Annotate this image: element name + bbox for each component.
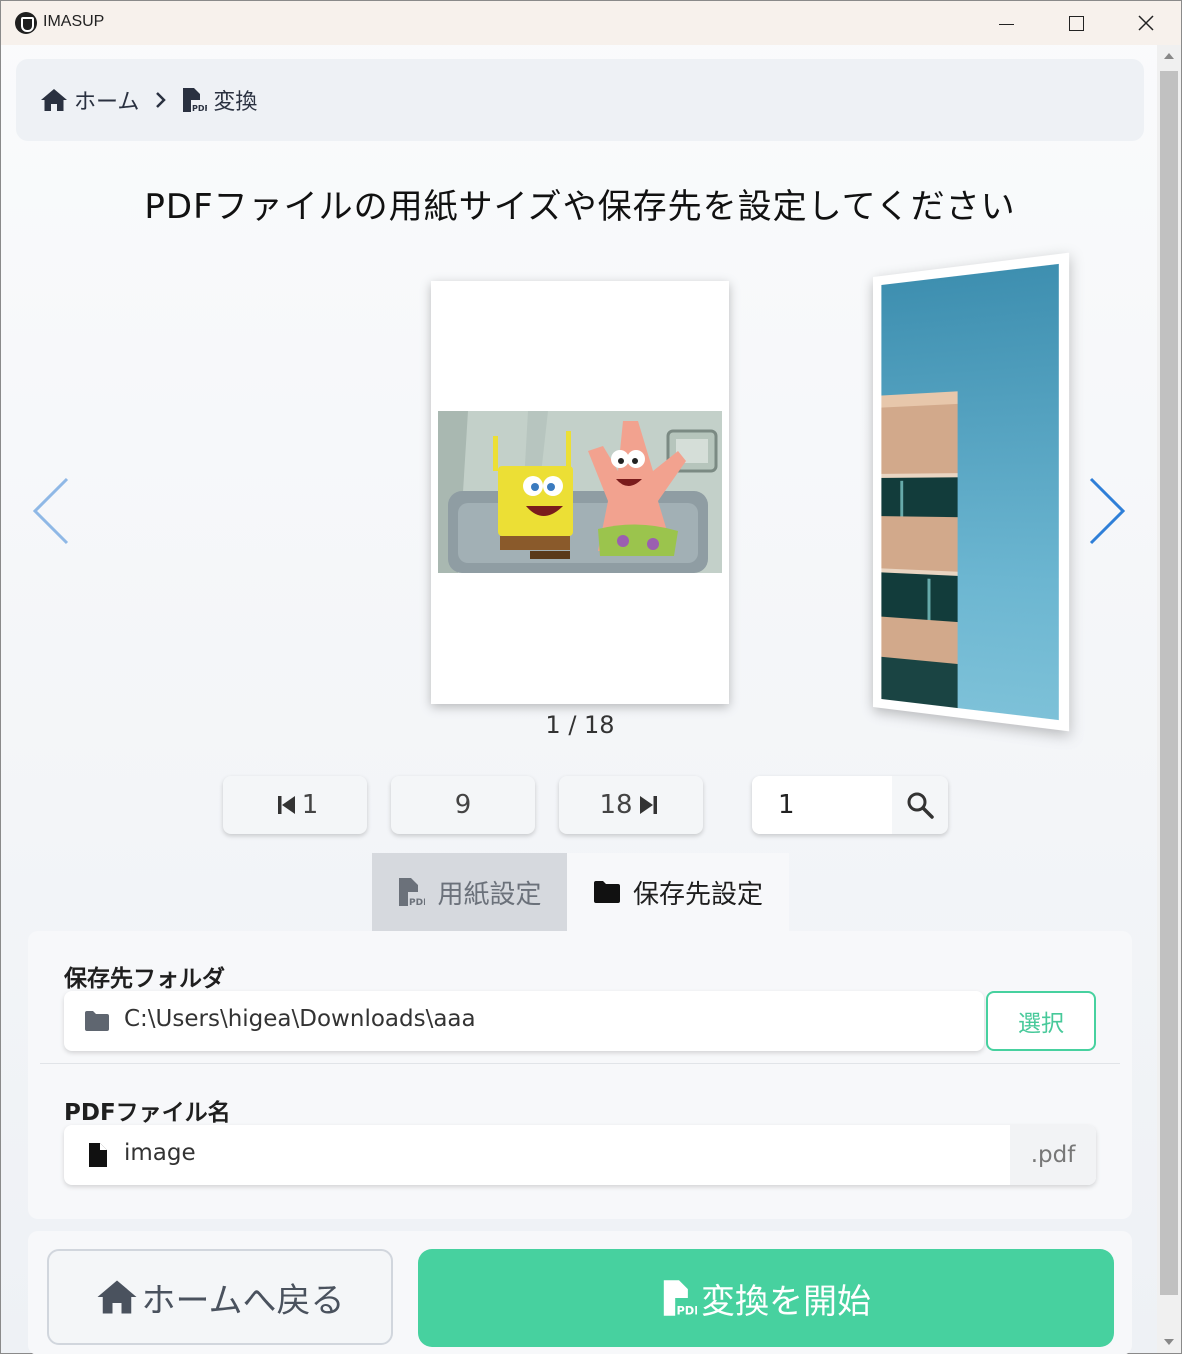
- folder-path-field[interactable]: C:\Users\higea\Downloads\aaa: [64, 991, 984, 1051]
- home-icon: [96, 1279, 138, 1315]
- title-bar: IMASUP: [1, 1, 1181, 45]
- start-conversion-button[interactable]: PDF 変換を開始: [418, 1249, 1114, 1347]
- file-extension: .pdf: [1010, 1125, 1096, 1185]
- pdf-file-icon: PDF: [181, 87, 207, 113]
- select-folder-button[interactable]: 選択: [986, 991, 1096, 1051]
- filename-value: image: [124, 1140, 196, 1166]
- page-image: [438, 411, 722, 573]
- start-conversion-label: 変換を開始: [701, 1274, 871, 1323]
- vertical-scrollbar[interactable]: [1157, 45, 1181, 1353]
- chevron-left-icon: [31, 476, 71, 546]
- divider: [40, 1063, 1120, 1064]
- search-icon: [906, 791, 934, 819]
- tab-destination-label: 保存先設定: [633, 874, 763, 911]
- scroll-up-arrow-icon[interactable]: [1164, 53, 1174, 59]
- skip-last-icon: [639, 795, 657, 815]
- tab-paper-settings[interactable]: PDF 用紙設定: [372, 853, 567, 931]
- filename-field[interactable]: image: [64, 1125, 1096, 1185]
- middle-page-label: 9: [455, 790, 472, 820]
- page-number-input[interactable]: [752, 776, 892, 834]
- chevron-right-icon: [155, 91, 167, 109]
- next-page-button[interactable]: [1087, 476, 1127, 550]
- scroll-down-arrow-icon[interactable]: [1164, 1339, 1174, 1345]
- close-icon: [1138, 15, 1154, 31]
- back-home-label: ホームへ戻る: [142, 1273, 345, 1322]
- first-page-label: 1: [302, 790, 319, 820]
- first-page-button[interactable]: 1: [223, 776, 367, 834]
- middle-page-button[interactable]: 9: [391, 776, 535, 834]
- svg-text:PDF: PDF: [409, 898, 425, 907]
- folder-path-value: C:\Users\higea\Downloads\aaa: [124, 1006, 476, 1032]
- folder-icon: [84, 1010, 110, 1032]
- app-title: IMASUP: [43, 13, 104, 31]
- chevron-right-icon: [1087, 476, 1127, 546]
- destination-settings-panel: 保存先フォルダ C:\Users\higea\Downloads\aaa 選択 …: [28, 931, 1132, 1219]
- folder-icon: [593, 880, 621, 904]
- page-jump: [752, 776, 948, 834]
- page-search-button[interactable]: [892, 776, 948, 834]
- back-home-button[interactable]: ホームへ戻る: [47, 1249, 393, 1345]
- prev-page-button[interactable]: [31, 476, 71, 550]
- breadcrumb-home[interactable]: ホーム: [40, 84, 139, 116]
- app-logo-icon: [15, 12, 37, 34]
- filename-label: PDFファイル名: [64, 1093, 231, 1127]
- pdf-file-icon: PDF: [661, 1279, 697, 1317]
- close-button[interactable]: [1123, 7, 1169, 39]
- tab-paper-label: 用紙設定: [437, 874, 541, 911]
- scroll-thumb[interactable]: [1160, 71, 1178, 1295]
- app-window: IMASUP ホーム PDF 変換: [0, 0, 1182, 1354]
- breadcrumb-current-label: 変換: [213, 84, 257, 116]
- maximize-button[interactable]: [1053, 7, 1099, 39]
- folder-label: 保存先フォルダ: [64, 959, 225, 993]
- last-page-button[interactable]: 18: [559, 776, 703, 834]
- page-title: PDFファイルの用紙サイズや保存先を設定してください: [1, 179, 1159, 228]
- page-image: [881, 264, 1058, 720]
- breadcrumb-home-label: ホーム: [74, 84, 139, 116]
- breadcrumb-current: PDF 変換: [181, 84, 257, 116]
- page-preview-current[interactable]: [431, 281, 729, 704]
- file-icon: [88, 1142, 108, 1168]
- page-indicator: 1 / 18: [431, 711, 729, 739]
- skip-first-icon: [278, 795, 296, 815]
- tab-destination-settings[interactable]: 保存先設定: [567, 853, 789, 931]
- pdf-file-icon: PDF: [397, 877, 425, 907]
- page-preview-next[interactable]: [873, 253, 1069, 732]
- breadcrumb: ホーム PDF 変換: [16, 59, 1144, 141]
- home-icon: [40, 88, 68, 112]
- last-page-label: 18: [599, 790, 632, 820]
- svg-text:PDF: PDF: [676, 1303, 697, 1317]
- svg-text:PDF: PDF: [192, 104, 207, 113]
- minimize-button[interactable]: [983, 7, 1029, 39]
